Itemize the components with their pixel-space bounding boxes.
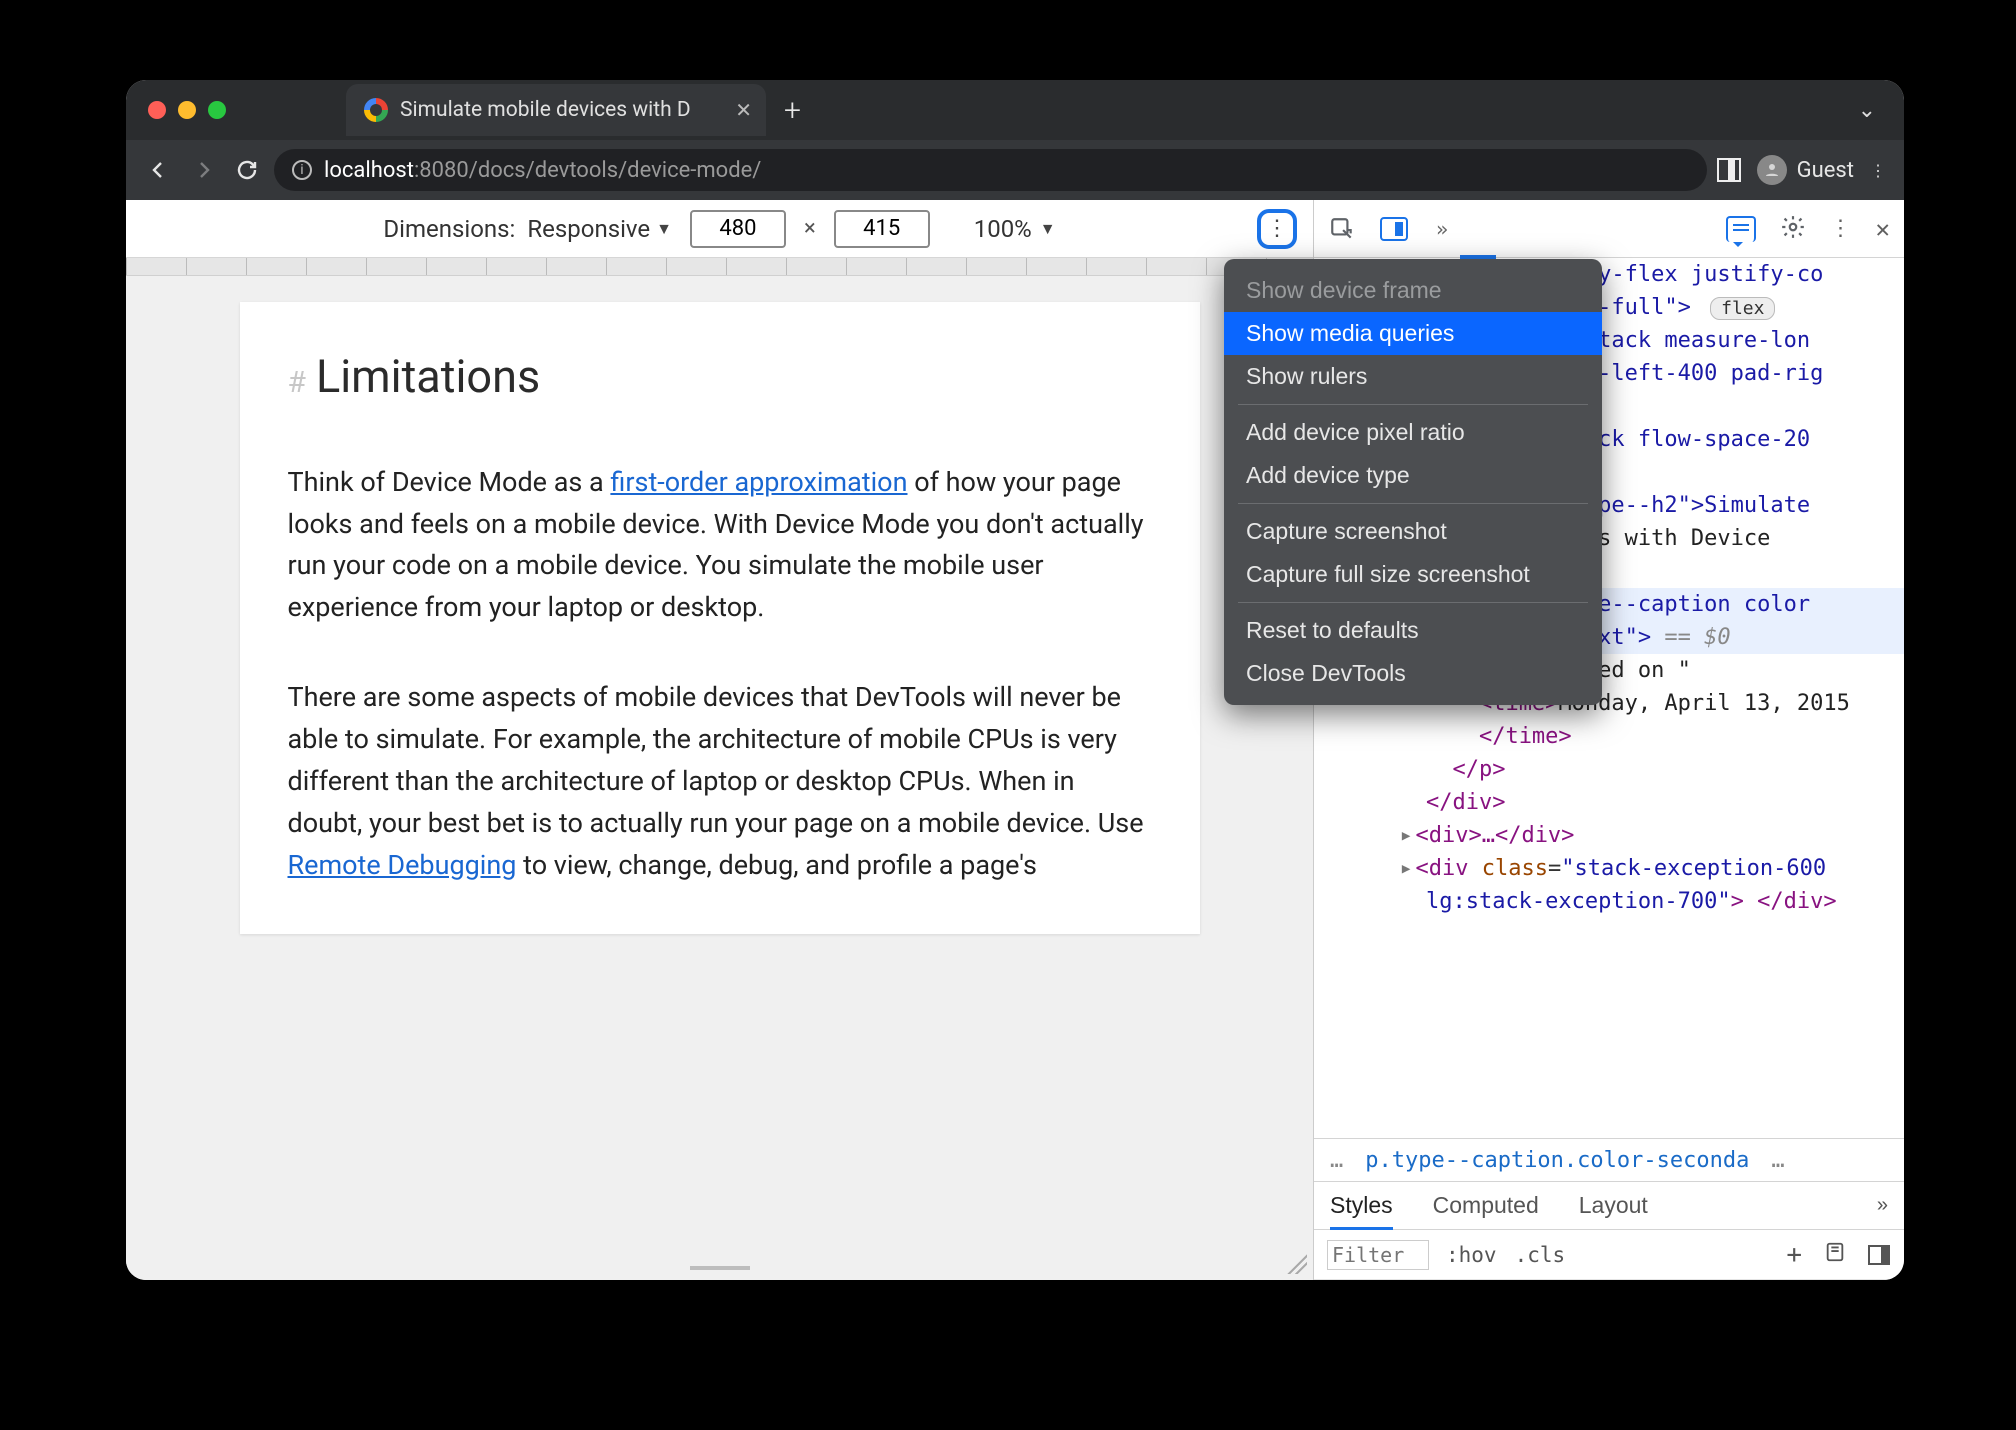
menu-add-device-type[interactable]: Add device type bbox=[1224, 454, 1602, 497]
maximize-window-button[interactable] bbox=[208, 101, 226, 119]
menu-capture-full-screenshot[interactable]: Capture full size screenshot bbox=[1224, 553, 1602, 596]
window-controls bbox=[148, 101, 226, 119]
more-tabs-icon[interactable]: » bbox=[1877, 1194, 1888, 1217]
settings-gear-icon[interactable] bbox=[1780, 214, 1806, 244]
device-mode-pane: Dimensions: Responsive ▼ × 100% ▼ ⋮ # bbox=[126, 200, 1314, 1280]
paragraph: Think of Device Mode as a first-order ap… bbox=[288, 462, 1152, 629]
breadcrumb-selected[interactable]: p.type--caption.color-seconda bbox=[1365, 1148, 1749, 1173]
media-query-ruler bbox=[126, 258, 1313, 276]
flex-badge[interactable]: flex bbox=[1710, 297, 1775, 320]
menu-separator bbox=[1238, 602, 1588, 603]
menu-separator bbox=[1238, 503, 1588, 504]
back-button[interactable] bbox=[142, 153, 176, 187]
new-tab-button[interactable]: + bbox=[784, 93, 801, 128]
tabs-dropdown-button[interactable]: ⌄ bbox=[1858, 98, 1876, 123]
devtools-toolbar: » ⋮ ✕ bbox=[1314, 200, 1904, 258]
dimensions-label: Dimensions: bbox=[383, 215, 515, 243]
new-style-rule-button[interactable]: + bbox=[1786, 1240, 1802, 1270]
more-tabs-icon[interactable]: » bbox=[1436, 217, 1448, 241]
minimize-window-button[interactable] bbox=[178, 101, 196, 119]
menu-show-media-queries[interactable]: Show media queries bbox=[1224, 312, 1602, 355]
chrome-favicon-icon bbox=[364, 98, 388, 122]
dimension-separator: × bbox=[804, 216, 816, 241]
caret-down-icon: ▼ bbox=[656, 219, 672, 239]
hov-toggle[interactable]: :hov bbox=[1446, 1243, 1497, 1267]
address-bar[interactable]: i localhost:8080/docs/devtools/device-mo… bbox=[274, 149, 1707, 191]
device-toolbar-menu-button[interactable]: ⋮ bbox=[1257, 209, 1297, 249]
browser-window: Simulate mobile devices with D ✕ + ⌄ i l… bbox=[126, 80, 1904, 1280]
width-input[interactable] bbox=[690, 210, 786, 248]
tab-title: Simulate mobile devices with D bbox=[400, 98, 691, 122]
styles-filter-input[interactable] bbox=[1328, 1241, 1428, 1269]
titlebar: Simulate mobile devices with D ✕ + ⌄ bbox=[126, 80, 1904, 140]
tab-layout[interactable]: Layout bbox=[1579, 1192, 1648, 1219]
menu-reset-defaults[interactable]: Reset to defaults bbox=[1224, 609, 1602, 652]
close-devtools-button[interactable]: ✕ bbox=[1876, 215, 1890, 243]
menu-separator bbox=[1238, 404, 1588, 405]
styles-filter-row: :hov .cls + bbox=[1314, 1230, 1904, 1280]
dimensions-select[interactable]: Dimensions: Responsive ▼ bbox=[383, 215, 672, 243]
menu-capture-screenshot[interactable]: Capture screenshot bbox=[1224, 510, 1602, 553]
menu-close-devtools[interactable]: Close DevTools bbox=[1224, 652, 1602, 695]
zoom-value: 100% bbox=[974, 215, 1032, 243]
menu-add-dpr[interactable]: Add device pixel ratio bbox=[1224, 411, 1602, 454]
forward-button[interactable] bbox=[186, 153, 220, 187]
inspect-element-icon[interactable] bbox=[1328, 215, 1356, 243]
device-toolbar-context-menu: Show device frame Show media queries Sho… bbox=[1224, 259, 1602, 705]
close-window-button[interactable] bbox=[148, 101, 166, 119]
resize-handle-corner[interactable] bbox=[1285, 1252, 1307, 1274]
breadcrumb-left[interactable]: … bbox=[1330, 1148, 1343, 1173]
url-text: localhost:8080/docs/devtools/device-mode… bbox=[324, 158, 761, 183]
close-tab-button[interactable]: ✕ bbox=[735, 98, 752, 122]
avatar-icon bbox=[1757, 155, 1787, 185]
zoom-select[interactable]: 100% ▼ bbox=[974, 215, 1056, 243]
toggle-device-toolbar-icon[interactable] bbox=[1380, 217, 1408, 241]
hash-anchor-icon[interactable]: # bbox=[288, 360, 306, 407]
url-toolbar: i localhost:8080/docs/devtools/device-mo… bbox=[126, 140, 1904, 200]
toggle-sidebar-icon[interactable] bbox=[1868, 1245, 1890, 1265]
menu-show-rulers[interactable]: Show rulers bbox=[1224, 355, 1602, 398]
profile-label: Guest bbox=[1797, 158, 1854, 183]
height-input[interactable] bbox=[834, 210, 930, 248]
menu-show-device-frame[interactable]: Show device frame bbox=[1224, 269, 1602, 312]
profile-chip[interactable]: Guest bbox=[1757, 155, 1854, 185]
computed-styles-icon[interactable] bbox=[1824, 1241, 1846, 1268]
elements-breadcrumb[interactable]: … p.type--caption.color-seconda … bbox=[1314, 1138, 1904, 1182]
site-info-icon[interactable]: i bbox=[292, 160, 312, 180]
breadcrumb-right[interactable]: … bbox=[1771, 1148, 1784, 1173]
tab-styles[interactable]: Styles bbox=[1330, 1192, 1393, 1230]
side-panel-icon[interactable] bbox=[1717, 158, 1741, 182]
browser-tab[interactable]: Simulate mobile devices with D ✕ bbox=[346, 84, 766, 136]
remote-debugging-link[interactable]: Remote Debugging bbox=[288, 849, 517, 881]
dimensions-mode: Responsive bbox=[527, 215, 650, 243]
resize-handle-bottom[interactable] bbox=[690, 1266, 750, 1270]
cls-toggle[interactable]: .cls bbox=[1515, 1243, 1566, 1267]
reload-button[interactable] bbox=[230, 153, 264, 187]
simulated-viewport: # Limitations Think of Device Mode as a … bbox=[126, 276, 1313, 1280]
device-toolbar: Dimensions: Responsive ▼ × 100% ▼ ⋮ bbox=[126, 200, 1313, 258]
page-heading: # Limitations bbox=[288, 342, 1152, 412]
devtools-menu-button[interactable]: ⋮ bbox=[1830, 216, 1852, 241]
paragraph: There are some aspects of mobile devices… bbox=[288, 677, 1152, 886]
first-order-link[interactable]: first-order approximation bbox=[610, 466, 907, 498]
browser-menu-button[interactable]: ⋮ bbox=[1870, 161, 1888, 180]
rendered-page: # Limitations Think of Device Mode as a … bbox=[240, 302, 1200, 934]
styles-tabs: Styles Computed Layout » bbox=[1314, 1182, 1904, 1230]
console-messages-icon[interactable] bbox=[1726, 216, 1756, 242]
tab-computed[interactable]: Computed bbox=[1433, 1192, 1539, 1219]
caret-down-icon: ▼ bbox=[1040, 219, 1056, 239]
